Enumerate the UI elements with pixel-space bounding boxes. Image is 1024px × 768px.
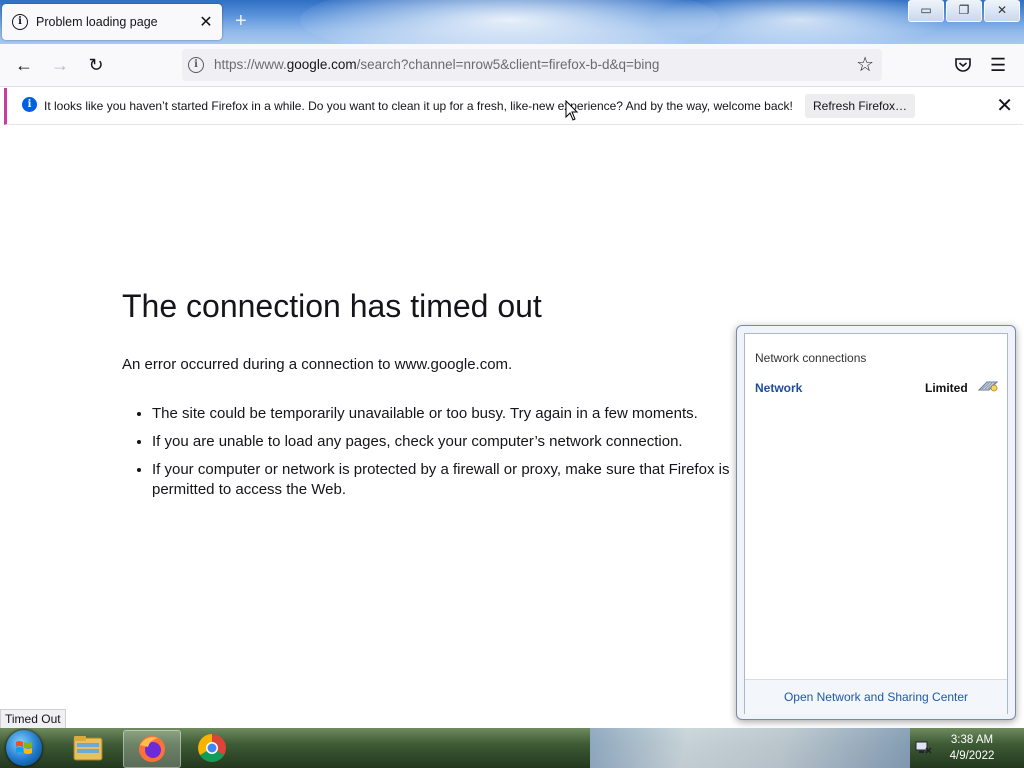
firefox-icon (139, 736, 165, 762)
notification-close-icon[interactable]: ✕ (996, 93, 1013, 118)
network-connections-flyout: Network connections Network Limited Open… (736, 325, 1016, 720)
list-item: If you are unable to load any pages, che… (152, 432, 792, 452)
tab-problem-loading-page[interactable]: i Problem loading page ✕ (2, 4, 222, 40)
pocket-icon[interactable] (954, 52, 972, 78)
clock-time: 3:38 AM (950, 734, 994, 746)
bookmark-star-icon[interactable]: ☆ (856, 52, 874, 77)
restore-button[interactable]: ❐ (946, 0, 982, 22)
list-item: If your computer or network is protected… (152, 460, 792, 500)
flyout-heading: Network connections (755, 351, 867, 365)
taskbar-firefox[interactable] (123, 730, 181, 768)
hamburger-menu-icon[interactable]: ☰ (990, 52, 1006, 78)
tab-title: Problem loading page (36, 15, 158, 29)
clock-date: 4/9/2022 (949, 750, 995, 762)
error-description: An error occurred during a connection to… (122, 356, 513, 373)
windows-logo-icon (16, 741, 32, 754)
notification-message: It looks like you haven’t started Firefo… (44, 99, 793, 113)
minimize-button[interactable]: ▭ (908, 0, 944, 22)
wallpaper-fragment (590, 728, 910, 768)
info-icon: i (12, 14, 28, 30)
status-panel: Timed Out (0, 709, 66, 730)
navigation-toolbar: ← → ↻ i https://www.google.com/search?ch… (0, 44, 1024, 87)
open-network-sharing-center-link[interactable]: Open Network and Sharing Center (745, 679, 1007, 714)
url-bar[interactable]: i https://www.google.com/search?channel=… (182, 49, 882, 81)
wired-network-icon (977, 381, 999, 392)
start-button[interactable] (6, 730, 42, 766)
network-tray-icon[interactable] (914, 740, 932, 756)
mouse-cursor-icon (565, 100, 579, 121)
error-suggestions: The site could be temporarily unavailabl… (122, 404, 792, 508)
info-icon: i (22, 97, 37, 112)
reload-icon[interactable]: ↻ (83, 52, 109, 78)
system-clock[interactable]: 3:38 AM 4/9/2022 (940, 732, 1004, 764)
chrome-icon (198, 734, 226, 762)
forward-icon[interactable]: → (47, 52, 73, 78)
network-status: Limited (925, 381, 968, 395)
network-name[interactable]: Network (755, 381, 802, 395)
window-close-button[interactable]: ✕ (984, 0, 1020, 22)
taskbar-file-explorer[interactable] (62, 730, 114, 766)
site-info-icon[interactable]: i (188, 57, 204, 73)
tab-strip: i Problem loading page ✕ + ▭ ❐ ✕ (0, 0, 1024, 44)
folder-icon (73, 736, 103, 761)
refresh-firefox-button[interactable]: Refresh Firefox… (805, 94, 915, 118)
new-tab-icon[interactable]: + (235, 10, 247, 33)
taskbar: 3:38 AM 4/9/2022 (0, 728, 1024, 768)
url-text[interactable]: https://www.google.com/search?channel=nr… (214, 57, 659, 72)
window-controls: ▭ ❐ ✕ (906, 0, 1020, 22)
tab-close-icon[interactable]: ✕ (196, 12, 216, 32)
list-item: The site could be temporarily unavailabl… (152, 404, 792, 424)
flyout-content: Network connections Network Limited Open… (744, 333, 1008, 714)
back-icon[interactable]: ← (11, 52, 37, 78)
refresh-notification-bar: i It looks like you haven’t started Fire… (4, 88, 1023, 125)
wallpaper-cloud (650, 0, 950, 44)
taskbar-chrome[interactable] (186, 730, 238, 766)
error-title: The connection has timed out (122, 288, 542, 324)
